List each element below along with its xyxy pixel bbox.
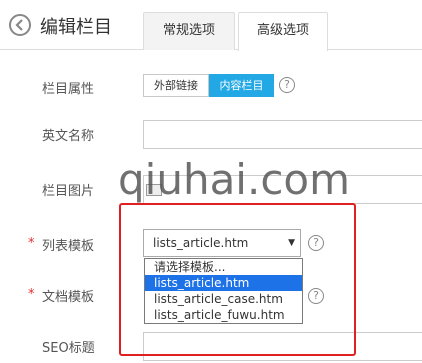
- annotation-highlight-box: [119, 203, 356, 356]
- english-name-label: 英文名称: [42, 129, 95, 144]
- english-name-input[interactable]: [143, 120, 422, 149]
- required-mark: *: [28, 287, 35, 302]
- column-image-label: 栏目图片: [42, 184, 95, 199]
- back-arrow-icon[interactable]: [9, 14, 31, 36]
- required-mark: *: [28, 236, 35, 251]
- seo-title-label: SEO标题: [42, 341, 95, 356]
- doc-template-label: 文档模板: [42, 290, 95, 305]
- tab-basic-options[interactable]: 常规选项: [143, 12, 235, 50]
- list-template-label: 列表模板: [42, 239, 95, 254]
- external-link-option[interactable]: 外部链接: [143, 74, 209, 97]
- tab-advanced-options[interactable]: 高级选项: [238, 12, 328, 51]
- content-column-option[interactable]: 内容栏目: [209, 74, 274, 97]
- help-icon[interactable]: ?: [279, 77, 295, 93]
- attribute-label: 栏目属性: [42, 82, 95, 97]
- header: 编辑栏目 常规选项 高级选项: [0, 0, 422, 51]
- watermark: qiuhai.com: [118, 155, 351, 204]
- page-title: 编辑栏目: [40, 17, 112, 38]
